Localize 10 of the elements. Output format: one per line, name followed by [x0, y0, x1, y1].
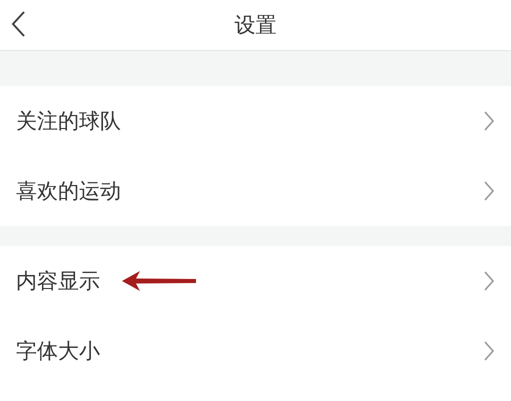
settings-row[interactable]: 字体大小 — [0, 316, 511, 386]
settings-row[interactable]: 关注的球队 — [0, 86, 511, 156]
settings-row[interactable]: 内容显示 — [0, 246, 511, 316]
chevron-right-icon — [483, 180, 495, 202]
page-title: 设置 — [234, 12, 276, 39]
chevron-right-icon — [483, 340, 495, 362]
chevron-right-icon — [483, 110, 495, 132]
back-button[interactable] — [10, 10, 26, 38]
chevron-right-icon — [483, 270, 495, 292]
settings-row[interactable]: 喜欢的运动 — [0, 156, 511, 226]
